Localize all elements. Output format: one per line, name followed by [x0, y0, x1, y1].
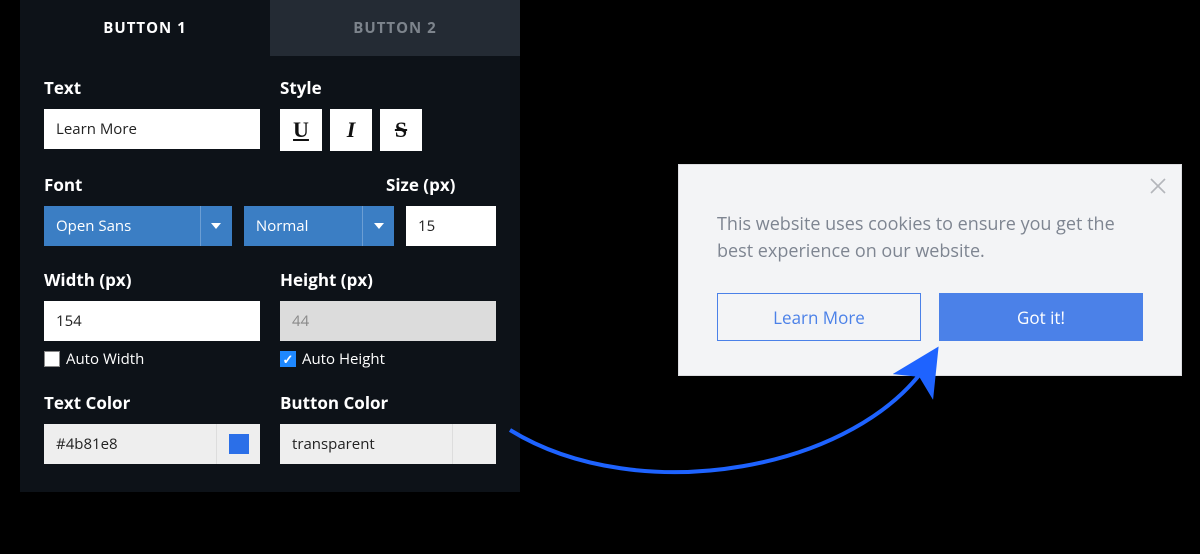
cookie-message: This website uses cookies to ensure you …	[717, 211, 1143, 265]
tabs: BUTTON 1 BUTTON 2	[20, 0, 520, 56]
auto-height-label: Auto Height	[302, 349, 385, 369]
font-family-value: Open Sans	[56, 216, 131, 236]
chevron-down-icon	[362, 206, 394, 246]
text-color-input[interactable]: #4b81e8	[44, 424, 260, 464]
label-size: Size (px)	[386, 173, 496, 196]
strikethrough-toggle[interactable]: S	[380, 109, 422, 151]
label-button-color: Button Color	[280, 391, 496, 414]
learn-more-button[interactable]: Learn More	[717, 293, 921, 341]
close-icon[interactable]	[1149, 177, 1167, 195]
auto-height-checkbox[interactable]	[280, 351, 296, 367]
button-color-swatch[interactable]	[452, 424, 496, 464]
underline-toggle[interactable]: U	[280, 109, 322, 151]
button-color-value: transparent	[280, 424, 452, 464]
font-weight-select[interactable]: Normal	[244, 206, 394, 246]
label-font: Font	[44, 173, 232, 196]
button-settings-panel: BUTTON 1 BUTTON 2 Text Style U I S Font	[20, 0, 520, 492]
font-size-input[interactable]	[406, 206, 496, 246]
text-color-swatch[interactable]	[216, 424, 260, 464]
cookie-consent-modal: This website uses cookies to ensure you …	[678, 164, 1182, 376]
label-text-color: Text Color	[44, 391, 260, 414]
auto-width-checkbox[interactable]	[44, 351, 60, 367]
label-text: Text	[44, 76, 260, 99]
font-weight-value: Normal	[256, 216, 308, 236]
font-family-select[interactable]: Open Sans	[44, 206, 232, 246]
text-color-value: #4b81e8	[44, 424, 216, 464]
tab-button-1[interactable]: BUTTON 1	[20, 0, 270, 56]
italic-toggle[interactable]: I	[330, 109, 372, 151]
label-width: Width (px)	[44, 268, 260, 291]
width-input[interactable]	[44, 301, 260, 341]
auto-width-label: Auto Width	[66, 349, 144, 369]
chevron-down-icon	[200, 206, 232, 246]
text-input[interactable]	[44, 109, 260, 149]
label-style: Style	[280, 76, 496, 99]
tab-button-2[interactable]: BUTTON 2	[270, 0, 520, 56]
label-height: Height (px)	[280, 268, 496, 291]
height-input	[280, 301, 496, 341]
got-it-button[interactable]: Got it!	[939, 293, 1143, 341]
button-color-input[interactable]: transparent	[280, 424, 496, 464]
